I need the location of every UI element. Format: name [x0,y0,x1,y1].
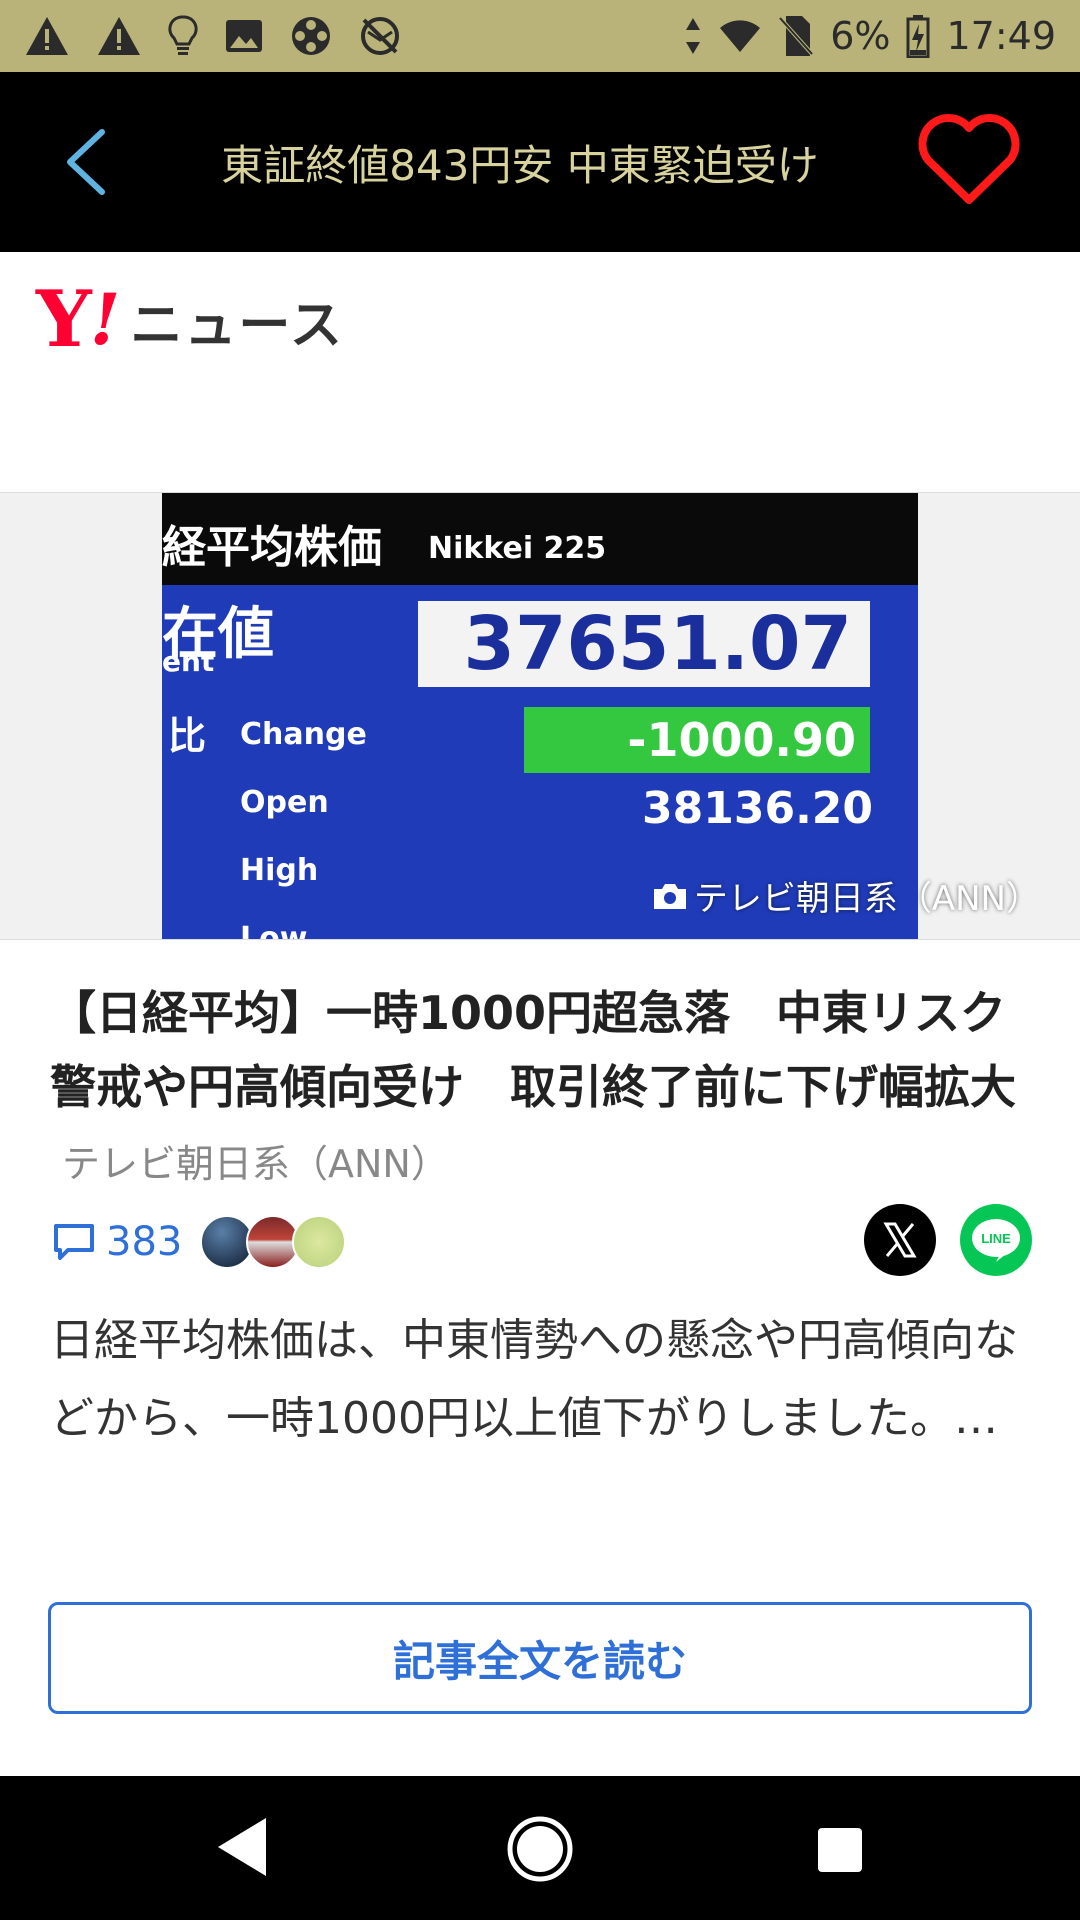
no-sync-icon [358,14,402,58]
avatar [292,1215,347,1269]
battery-charging-icon [906,14,930,58]
warning-icon [96,15,142,57]
yahoo-news-logo[interactable]: Y ! ニュース [36,280,344,360]
hero-label-change: Change [240,717,367,752]
system-nav-bar [0,1776,1080,1920]
warning-icon [24,15,70,57]
photo-credit: テレビ朝日系（ANN） [652,871,1040,920]
image-icon [224,16,264,56]
hero-open-value: 38136.20 [642,783,874,834]
nav-back-button[interactable] [212,1814,272,1884]
comment-count: 383 [106,1219,183,1265]
nav-home-icon [507,1816,573,1882]
favorite-button[interactable] [916,112,1022,208]
page-title: 東証終値843円安 中東緊迫受け [221,140,819,190]
nav-back-icon [218,1818,266,1876]
hero-change-value: -1000.90 [524,707,870,773]
nav-home-button[interactable] [505,1814,575,1888]
share-x-button[interactable] [864,1204,936,1276]
status-bar: 6% 17:49 [0,0,1080,72]
nav-recents-button[interactable] [816,1826,864,1878]
no-sim-icon [778,14,814,58]
article-summary: 日経平均株価は、中東情勢への懸念や円高傾向などから、一時1000円以上値下がりし… [50,1315,1018,1444]
article-headline: 【日経平均】一時1000円超急落 中東リスク警戒や円高傾向受け 取引終了前に下げ… [50,976,1040,1201]
comments-link[interactable]: 383 [52,1214,347,1270]
clock: 17:49 [946,14,1056,58]
line-logo-text: LINE [981,1231,1011,1246]
notification-icons [24,14,402,58]
hero-label-current-en: ent [162,645,215,678]
lightbulb-icon [168,14,198,58]
x-logo-icon [883,1222,917,1258]
logo-mark: Y ! [36,274,121,365]
article-source: テレビ朝日系（ANN） [62,1142,449,1186]
nav-recents-icon [818,1828,862,1872]
headline-text: 【日経平均】一時1000円超急落 中東リスク警戒や円高傾向受け 取引終了前に下げ… [50,986,1016,1114]
battery-percent: 6% [830,14,891,58]
logo-y: Y [36,274,92,365]
photo-credit-text: テレビ朝日系（ANN） [693,879,1040,919]
comment-icon [54,1224,94,1260]
share-line-button[interactable]: LINE [960,1204,1032,1276]
line-logo-icon: LINE [972,1219,1020,1262]
logo-text: ニュース [130,295,344,356]
back-button[interactable] [58,128,118,196]
hero-label-index: 経平均株価 [162,522,382,573]
film-reel-icon [290,15,332,57]
camera-icon [653,883,686,909]
hero-label-open: Open [240,785,329,820]
hero-label-index-en: Nikkei 225 [428,531,607,566]
hero-label-change-jp: 比 [168,714,207,758]
data-arrows-icon [684,16,702,56]
chevron-left-icon [67,129,105,195]
heart-outline-icon [918,114,1020,204]
system-status: 6% 17:49 [684,14,1056,58]
hero-image-container[interactable]: 経平均株価 Nikkei 225 在値 ent 37651.07 比 Chang… [0,492,1080,940]
read-full-article-button[interactable]: 記事全文を読む [48,1602,1032,1714]
logo-bang: ! [89,278,121,361]
hero-label-low: Low [240,921,308,939]
commenter-avatars [200,1215,347,1269]
hero-price: 37651.07 [418,601,870,687]
wifi-icon [718,18,762,54]
hero-label-high: High [240,853,319,888]
